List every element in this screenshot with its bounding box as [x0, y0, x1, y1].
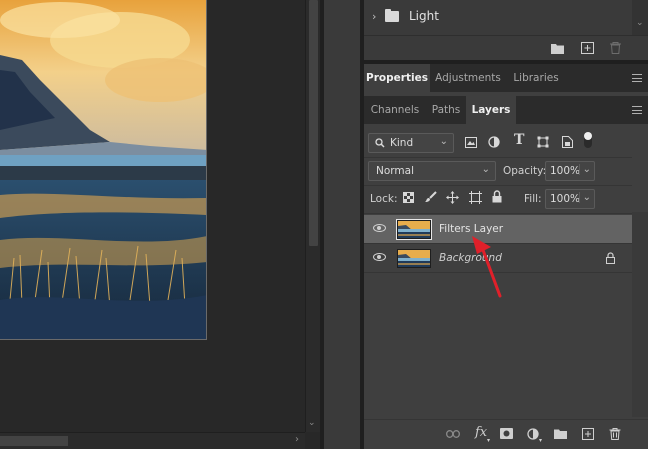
lock-icon[interactable] [606, 252, 615, 264]
panel-divider [364, 157, 632, 158]
scroll-down-icon[interactable]: ⌄ [308, 418, 316, 428]
filter-type-icon[interactable]: T [514, 132, 524, 148]
opacity-label: Opacity: [503, 165, 547, 177]
chevron-right-icon[interactable]: › [372, 10, 376, 23]
layers-tab-row: Channels Paths Layers [364, 96, 648, 124]
collapsed-panel-dock [324, 0, 360, 449]
opacity-input[interactable]: 100% ⌄ [545, 161, 595, 181]
toggle-knob [584, 132, 592, 140]
horizontal-scroll-thumb[interactable] [0, 436, 68, 446]
document-canvas[interactable]: ⌄ › [0, 0, 320, 449]
tab-libraries[interactable]: Libraries [506, 64, 566, 92]
visibility-eye-icon[interactable] [373, 224, 386, 232]
tab-properties[interactable]: Properties [364, 64, 430, 92]
filter-pixel-icon[interactable] [465, 137, 477, 148]
properties-tab-row: Properties Adjustments Libraries [364, 64, 648, 92]
fill-value: 100% [550, 193, 581, 205]
library-footer [364, 35, 648, 60]
visibility-eye-icon[interactable] [373, 253, 386, 261]
tab-layers[interactable]: Layers [466, 96, 516, 124]
blend-mode-value: Normal [376, 165, 414, 177]
filter-kind-value: Kind [390, 137, 414, 149]
filter-shape-icon[interactable] [537, 136, 549, 148]
opacity-value: 100% [550, 165, 581, 177]
chevron-down-icon[interactable]: ⌄ [636, 18, 644, 28]
lock-artboard-icon[interactable] [469, 191, 482, 204]
panel-divider [364, 213, 632, 214]
trash-icon[interactable] [609, 428, 621, 440]
fill-label: Fill: [524, 193, 542, 205]
new-group-folder-icon[interactable] [554, 428, 567, 439]
chevron-down-icon: ⌄ [439, 136, 448, 147]
fill-input[interactable]: 100% ⌄ [545, 189, 595, 209]
lock-all-icon[interactable] [492, 190, 502, 203]
layer-thumbnail [397, 249, 431, 268]
layer-style-fx-icon[interactable]: fx [475, 426, 487, 439]
lock-transparent-pixels-icon[interactable] [403, 192, 414, 203]
right-panel-column: › Light ⌄ Properties Adjustments Librari… [364, 0, 648, 449]
trash-icon[interactable] [609, 42, 622, 54]
library-scrollbar[interactable]: ⌄ [632, 0, 648, 35]
chevron-down-icon[interactable]: ⌄ [578, 164, 591, 175]
canvas-image [0, 0, 207, 340]
folder-icon [385, 9, 399, 22]
add-mask-icon[interactable] [500, 428, 513, 439]
thumbnail-image [398, 221, 430, 238]
new-item-icon[interactable] [581, 42, 594, 54]
panel-menu-icon[interactable] [632, 106, 642, 114]
scroll-right-icon[interactable]: › [295, 434, 299, 445]
red-annotation-arrow-icon [472, 236, 502, 298]
new-group-folder-icon[interactable] [551, 42, 564, 54]
chevron-down-icon[interactable]: ⌄ [578, 192, 591, 203]
panel-menu-icon[interactable] [632, 74, 642, 82]
blend-mode-select[interactable]: Normal ⌄ [368, 161, 496, 181]
landscape-photo [0, 0, 206, 339]
library-item-label: Light [409, 9, 439, 23]
vertical-scroll-thumb[interactable] [309, 0, 318, 246]
filter-toggle-switch[interactable] [584, 132, 592, 148]
new-layer-icon[interactable] [582, 428, 594, 440]
search-icon [375, 138, 385, 148]
layers-panel: Kind ⌄ T Normal ⌄ Opacity: 100% ⌄ Lock: … [364, 124, 648, 449]
chevron-down-icon: ▾ [487, 437, 491, 444]
lock-label: Lock: [370, 193, 398, 205]
panel-divider [364, 185, 632, 186]
canvas-vertical-scrollbar[interactable]: ⌄ [305, 0, 320, 432]
library-item-light[interactable]: › Light ⌄ [364, 0, 648, 35]
lock-image-pixels-icon[interactable] [425, 191, 437, 203]
filter-adjustment-icon[interactable] [488, 136, 500, 148]
tab-channels[interactable]: Channels [364, 96, 426, 124]
lock-position-icon[interactable] [446, 191, 459, 204]
thumbnail-image [398, 250, 430, 267]
canvas-horizontal-scrollbar[interactable]: › [0, 432, 305, 449]
new-adjustment-layer-icon[interactable] [527, 428, 539, 440]
layers-scrollbar[interactable] [632, 212, 648, 417]
tab-paths[interactable]: Paths [426, 96, 466, 124]
tab-adjustments[interactable]: Adjustments [430, 64, 506, 92]
link-layers-icon[interactable] [446, 430, 460, 438]
chevron-down-icon: ▾ [539, 437, 543, 444]
layer-filter-kind-select[interactable]: Kind ⌄ [368, 133, 454, 153]
layer-thumbnail [396, 219, 432, 240]
chevron-down-icon: ⌄ [481, 164, 490, 175]
filter-smart-object-icon[interactable] [562, 136, 573, 148]
layers-footer-toolbar: fx ▾ ▾ [364, 419, 648, 449]
